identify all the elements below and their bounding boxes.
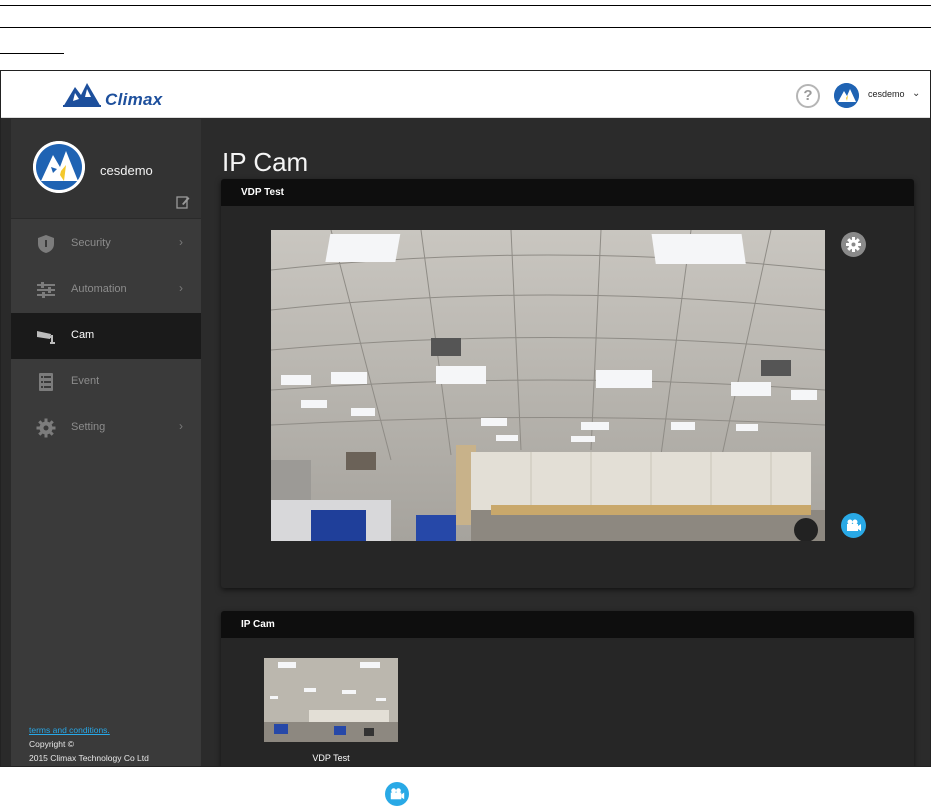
panel-title: VDP Test xyxy=(241,187,284,198)
camera-settings-button[interactable] xyxy=(841,232,866,257)
profile-name: cesdemo xyxy=(100,163,153,178)
user-name[interactable]: cesdemo xyxy=(868,89,905,99)
live-view-panel: VDP Test xyxy=(221,179,914,588)
sidebar-footer: terms and conditions. Copyright © 2015 C… xyxy=(29,723,149,765)
profile-avatar xyxy=(33,141,85,193)
video-camera-icon xyxy=(390,788,405,800)
document-rule-second xyxy=(0,27,931,28)
panel-title: IP Cam xyxy=(241,619,275,630)
edit-icon[interactable] xyxy=(176,195,190,209)
brand-name: Climax xyxy=(105,90,163,109)
video-camera-button-reference xyxy=(385,782,409,806)
video-camera-icon xyxy=(847,519,861,531)
avatar-icon xyxy=(834,83,859,108)
panel-header: VDP Test xyxy=(221,179,914,206)
record-video-button[interactable] xyxy=(841,513,866,538)
mountain-logo-icon xyxy=(63,83,101,107)
sidebar: cesdemo Security › Automation › Cam Even… xyxy=(11,119,201,766)
document-page: Climax ? cesdemo ⌄ cesdemo Security › Au… xyxy=(0,0,931,806)
document-rule-top xyxy=(0,5,931,6)
copyright-text: Copyright © xyxy=(29,739,75,749)
camera-icon xyxy=(37,331,55,344)
sidebar-item-setting[interactable]: Setting › xyxy=(11,405,201,451)
user-avatar[interactable] xyxy=(834,83,859,108)
sidebar-item-automation[interactable]: Automation › xyxy=(11,267,201,313)
sidebar-item-label: Event xyxy=(71,375,100,387)
document-underline xyxy=(0,53,64,54)
chevron-right-icon: › xyxy=(179,281,183,295)
camera-feed-image xyxy=(271,230,825,541)
shield-icon xyxy=(38,235,54,253)
gear-icon xyxy=(36,418,56,438)
camera-thumbnail-image xyxy=(264,658,398,742)
list-icon xyxy=(39,373,53,391)
sidebar-item-label: Automation xyxy=(71,283,127,295)
terms-link[interactable]: terms and conditions. xyxy=(29,723,149,737)
page-title: IP Cam xyxy=(222,147,309,177)
gear-icon xyxy=(846,237,861,252)
company-text: 2015 Climax Technology Co Ltd xyxy=(29,753,149,763)
camera-list-panel: IP Cam VDP Test xyxy=(221,611,914,766)
chevron-down-icon[interactable]: ⌄ xyxy=(912,88,920,99)
app-window: Climax ? cesdemo ⌄ cesdemo Security › Au… xyxy=(0,70,931,767)
sidebar-item-label: Cam xyxy=(71,329,95,341)
camera-live-view[interactable] xyxy=(271,230,825,541)
sidebar-item-event[interactable]: Event xyxy=(11,359,201,405)
sidebar-item-cam[interactable]: Cam xyxy=(11,313,201,359)
top-bar: Climax ? cesdemo ⌄ xyxy=(1,71,930,118)
camera-thumbnail-label: VDP Test xyxy=(312,753,350,763)
profile-avatar-icon xyxy=(33,141,85,193)
sidebar-item-label: Security xyxy=(71,237,111,249)
chevron-right-icon: › xyxy=(179,235,183,249)
help-button[interactable]: ? xyxy=(796,84,820,108)
chevron-right-icon: › xyxy=(179,419,183,433)
camera-thumbnail[interactable] xyxy=(264,658,398,742)
main-content: IP Cam VDP Test IP Cam VDP Test xyxy=(201,119,930,766)
profile-card: cesdemo xyxy=(11,119,201,219)
sliders-icon xyxy=(37,282,55,298)
climax-logo[interactable]: Climax xyxy=(61,79,165,111)
sidebar-item-label: Setting xyxy=(71,421,106,433)
sidebar-item-security[interactable]: Security › xyxy=(11,221,201,267)
panel-header: IP Cam xyxy=(221,611,914,638)
